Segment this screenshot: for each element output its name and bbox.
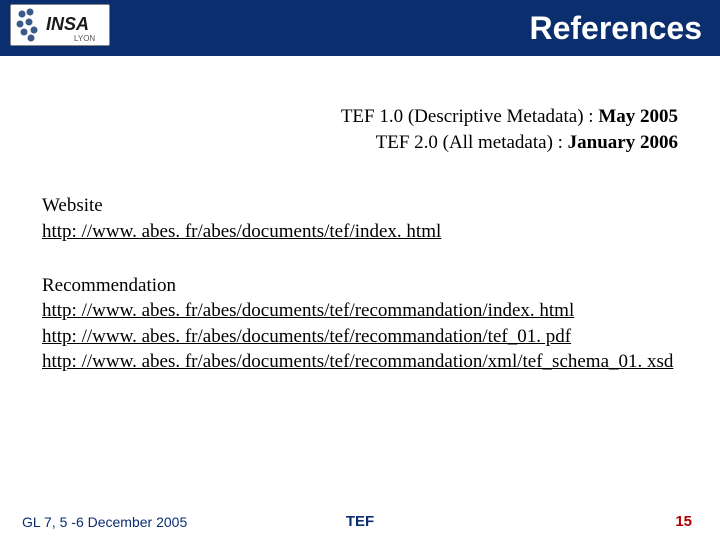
recommendation-link-3[interactable]: http: //www. abes. fr/abes/documents/tef… — [42, 349, 678, 375]
timeline-line-2: TEF 2.0 (All metadata) : January 2006 — [42, 130, 678, 156]
footer-left: GL 7, 5 -6 December 2005 — [22, 514, 187, 530]
timeline-2-date: January 2006 — [568, 132, 678, 153]
timeline-2-prefix: TEF 2.0 (All metadata) : — [376, 132, 568, 153]
insa-logo: INSA LYON — [10, 4, 110, 46]
footer: GL 7, 5 -6 December 2005 TEF 15 — [0, 513, 720, 530]
svg-text:INSA: INSA — [46, 14, 89, 34]
timeline-line-1: TEF 1.0 (Descriptive Metadata) : May 200… — [42, 104, 678, 130]
footer-center: TEF — [346, 513, 374, 530]
recommendation-heading: Recommendation — [42, 273, 678, 299]
recommendation-link-2[interactable]: http: //www. abes. fr/abes/documents/tef… — [42, 324, 678, 350]
svg-text:LYON: LYON — [74, 34, 95, 43]
slide-title: References — [529, 10, 702, 47]
content-area: TEF 1.0 (Descriptive Metadata) : May 200… — [0, 56, 720, 375]
website-link[interactable]: http: //www. abes. fr/abes/documents/tef… — [42, 219, 678, 245]
header-bar: INSA LYON References — [0, 0, 720, 56]
timeline-1-prefix: TEF 1.0 (Descriptive Metadata) : — [341, 106, 598, 127]
page-number: 15 — [675, 513, 692, 530]
timeline-block: TEF 1.0 (Descriptive Metadata) : May 200… — [42, 104, 678, 155]
timeline-1-date: May 2005 — [598, 106, 678, 127]
recommendation-section: Recommendation http: //www. abes. fr/abe… — [42, 273, 678, 376]
recommendation-link-1[interactable]: http: //www. abes. fr/abes/documents/tef… — [42, 298, 678, 324]
website-section: Website http: //www. abes. fr/abes/docum… — [42, 193, 678, 244]
website-heading: Website — [42, 193, 678, 219]
